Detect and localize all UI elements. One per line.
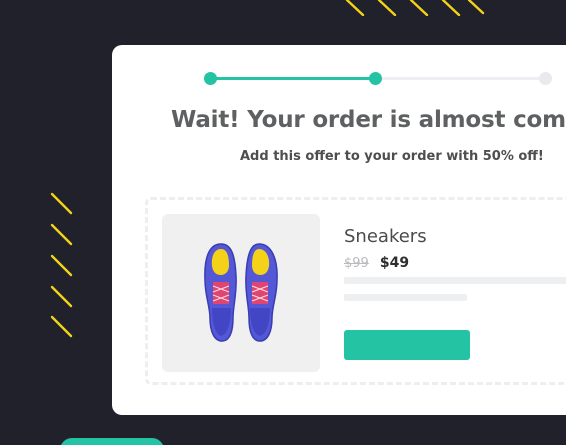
checkout-progress-bar bbox=[204, 72, 552, 85]
decorative-stripes-top bbox=[345, 0, 485, 16]
original-price: $99 bbox=[344, 256, 369, 271]
offer-headline: Wait! Your order is almost complete bbox=[171, 107, 566, 133]
price-row: $99 $49 bbox=[344, 252, 409, 271]
step-3-dot bbox=[539, 72, 552, 85]
description-placeholder-line bbox=[344, 277, 566, 284]
sneakers-icon bbox=[204, 243, 278, 342]
offer-box: Sneakers $99 $49 bbox=[145, 197, 566, 385]
offer-subline: Add this offer to your order with 50% of… bbox=[240, 149, 544, 164]
discounted-price: $49 bbox=[379, 255, 410, 271]
description-placeholder-line bbox=[344, 294, 467, 301]
product-image bbox=[162, 214, 320, 372]
step-1-dot bbox=[204, 72, 217, 85]
decorative-stripes-left bbox=[50, 192, 73, 338]
upsell-card: Wait! Your order is almost complete Add … bbox=[112, 45, 566, 415]
step-2-dot bbox=[369, 72, 382, 85]
add-offer-button[interactable] bbox=[344, 330, 470, 360]
product-name: Sneakers bbox=[344, 226, 427, 247]
bottom-pill-button[interactable] bbox=[60, 438, 164, 445]
progress-fill bbox=[205, 77, 378, 80]
